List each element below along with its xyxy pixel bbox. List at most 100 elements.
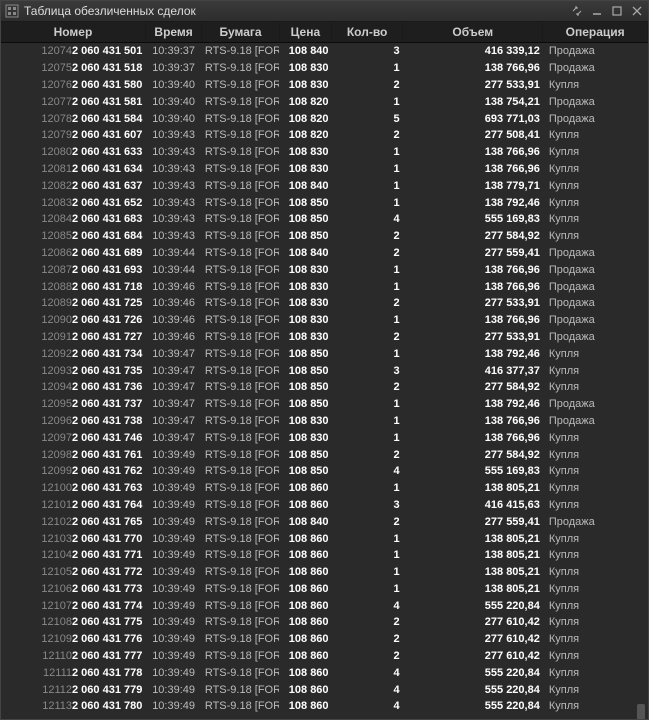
table-row[interactable]: 120902 060 431 72610:39:46RTS-9.18 [FOR1…	[1, 312, 648, 329]
cell-volume: 277 559,41	[403, 513, 543, 530]
table-row[interactable]: 121042 060 431 77110:39:49RTS-9.18 [FOR1…	[1, 547, 648, 564]
table-row[interactable]: 121112 060 431 77810:39:49RTS-9.18 [FOR1…	[1, 664, 648, 681]
cell-price: 108 830	[279, 429, 331, 446]
table-row[interactable]: 120782 060 431 58410:39:40RTS-9.18 [FOR1…	[1, 110, 648, 127]
col-time[interactable]: Время	[145, 22, 201, 43]
cell-number-suffix: 2 060 431 683	[72, 213, 142, 225]
col-number[interactable]: Номер	[1, 22, 145, 43]
cell-qty: 1	[332, 480, 403, 497]
cell-number-prefix: 12075	[41, 62, 72, 74]
close-button[interactable]	[630, 4, 644, 18]
table-row[interactable]: 120972 060 431 74610:39:47RTS-9.18 [FOR1…	[1, 429, 648, 446]
table-row[interactable]: 120762 060 431 58010:39:40RTS-9.18 [FOR1…	[1, 77, 648, 94]
cell-number-suffix: 2 060 431 738	[72, 415, 142, 427]
detach-button[interactable]	[570, 4, 584, 18]
table-row[interactable]: 120872 060 431 69310:39:44RTS-9.18 [FOR1…	[1, 261, 648, 278]
table-row[interactable]: 120852 060 431 68410:39:43RTS-9.18 [FOR1…	[1, 228, 648, 245]
table-row[interactable]: 121062 060 431 77310:39:49RTS-9.18 [FOR1…	[1, 581, 648, 598]
table-row[interactable]: 120952 060 431 73710:39:47RTS-9.18 [FOR1…	[1, 396, 648, 413]
cell-number-prefix: 12083	[41, 197, 72, 209]
table-row[interactable]: 120742 060 431 50110:39:37RTS-9.18 [FOR1…	[1, 43, 648, 60]
cell-price: 108 830	[279, 60, 331, 77]
table-row[interactable]: 120802 060 431 63310:39:43RTS-9.18 [FOR1…	[1, 144, 648, 161]
cell-number-suffix: 2 060 431 607	[72, 129, 142, 141]
cell-operation: Продажа	[543, 93, 648, 110]
cell-price: 108 860	[279, 564, 331, 581]
table-row[interactable]: 121032 060 431 77010:39:49RTS-9.18 [FOR1…	[1, 530, 648, 547]
cell-volume: 138 754,21	[403, 93, 543, 110]
col-security[interactable]: Бумага	[202, 22, 279, 43]
scrollbar-thumb[interactable]	[637, 704, 645, 719]
cell-volume: 277 533,91	[403, 329, 543, 346]
table-row[interactable]: 120962 060 431 73810:39:47RTS-9.18 [FOR1…	[1, 413, 648, 430]
table-row[interactable]: 120992 060 431 76210:39:49RTS-9.18 [FOR1…	[1, 463, 648, 480]
cell-number-prefix: 12093	[41, 365, 72, 377]
cell-qty: 1	[332, 261, 403, 278]
cell-security: RTS-9.18 [FOR	[202, 161, 279, 178]
col-qty[interactable]: Кол-во	[332, 22, 403, 43]
table-row[interactable]: 121052 060 431 77210:39:49RTS-9.18 [FOR1…	[1, 564, 648, 581]
cell-number-suffix: 2 060 431 761	[72, 449, 142, 461]
cell-number-prefix: 12098	[41, 449, 72, 461]
table-row[interactable]: 121022 060 431 76510:39:49RTS-9.18 [FOR1…	[1, 513, 648, 530]
cell-security: RTS-9.18 [FOR	[202, 127, 279, 144]
table-row[interactable]: 120882 060 431 71810:39:46RTS-9.18 [FOR1…	[1, 278, 648, 295]
table-row[interactable]: 121122 060 431 77910:39:49RTS-9.18 [FOR1…	[1, 681, 648, 698]
cell-number-suffix: 2 060 431 772	[72, 566, 142, 578]
table-row[interactable]: 120792 060 431 60710:39:43RTS-9.18 [FOR1…	[1, 127, 648, 144]
cell-volume: 277 610,42	[403, 614, 543, 631]
cell-number-suffix: 2 060 431 765	[72, 516, 142, 528]
cell-number-prefix: 12079	[41, 129, 72, 141]
cell-price: 108 860	[279, 581, 331, 598]
table-row[interactable]: 121082 060 431 77510:39:49RTS-9.18 [FOR1…	[1, 614, 648, 631]
titlebar[interactable]: Таблица обезличенных сделок	[1, 1, 648, 22]
cell-time: 10:39:47	[145, 362, 201, 379]
cell-price: 108 840	[279, 43, 331, 60]
table-row[interactable]: 120982 060 431 76110:39:49RTS-9.18 [FOR1…	[1, 446, 648, 463]
col-operation[interactable]: Операция	[543, 22, 648, 43]
cell-number-prefix: 12109	[41, 633, 72, 645]
table-row[interactable]: 121132 060 431 78010:39:49RTS-9.18 [FOR1…	[1, 698, 648, 715]
table-row[interactable]: 120942 060 431 73610:39:47RTS-9.18 [FOR1…	[1, 379, 648, 396]
table-row[interactable]: 121102 060 431 77710:39:49RTS-9.18 [FOR1…	[1, 648, 648, 665]
table-row[interactable]: 121072 060 431 77410:39:49RTS-9.18 [FOR1…	[1, 597, 648, 614]
vertical-scrollbar[interactable]	[635, 44, 647, 717]
minimize-button[interactable]	[590, 4, 604, 18]
cell-number-prefix: 12108	[41, 616, 72, 628]
table-row[interactable]: 121012 060 431 76410:39:49RTS-9.18 [FOR1…	[1, 497, 648, 514]
cell-number-prefix: 12078	[41, 113, 72, 125]
table-row[interactable]: 120822 060 431 63710:39:43RTS-9.18 [FOR1…	[1, 177, 648, 194]
table-row[interactable]: 121092 060 431 77610:39:49RTS-9.18 [FOR1…	[1, 631, 648, 648]
cell-qty: 1	[332, 194, 403, 211]
table-row[interactable]: 120812 060 431 63410:39:43RTS-9.18 [FOR1…	[1, 161, 648, 178]
cell-number-prefix: 12080	[41, 146, 72, 158]
cell-number-suffix: 2 060 431 725	[72, 297, 142, 309]
cell-qty: 1	[332, 161, 403, 178]
table-row[interactable]: 120932 060 431 73510:39:47RTS-9.18 [FOR1…	[1, 362, 648, 379]
cell-security: RTS-9.18 [FOR	[202, 329, 279, 346]
cell-security: RTS-9.18 [FOR	[202, 597, 279, 614]
table-row[interactable]: 120892 060 431 72510:39:46RTS-9.18 [FOR1…	[1, 295, 648, 312]
cell-operation: Купля	[543, 564, 648, 581]
cell-number-suffix: 2 060 431 774	[72, 600, 142, 612]
table-row[interactable]: 120862 060 431 68910:39:44RTS-9.18 [FOR1…	[1, 245, 648, 262]
cell-volume: 138 805,21	[403, 581, 543, 598]
cell-price: 108 860	[279, 631, 331, 648]
table-row[interactable]: 120842 060 431 68310:39:43RTS-9.18 [FOR1…	[1, 211, 648, 228]
table-row[interactable]: 120772 060 431 58110:39:40RTS-9.18 [FOR1…	[1, 93, 648, 110]
cell-number-prefix: 12111	[43, 667, 72, 679]
table-row[interactable]: 120912 060 431 72710:39:46RTS-9.18 [FOR1…	[1, 329, 648, 346]
maximize-button[interactable]	[610, 4, 624, 18]
cell-operation: Купля	[543, 362, 648, 379]
cell-qty: 2	[332, 329, 403, 346]
col-price[interactable]: Цена	[279, 22, 331, 43]
col-volume[interactable]: Объем	[403, 22, 543, 43]
table-row[interactable]: 121002 060 431 76310:39:49RTS-9.18 [FOR1…	[1, 480, 648, 497]
cell-security: RTS-9.18 [FOR	[202, 429, 279, 446]
window-buttons	[570, 4, 644, 18]
trades-grid[interactable]: Номер Время Бумага Цена Кол-во Объем Опе…	[1, 22, 648, 719]
table-row[interactable]: 120752 060 431 51810:39:37RTS-9.18 [FOR1…	[1, 60, 648, 77]
cell-price: 108 830	[279, 278, 331, 295]
table-row[interactable]: 120922 060 431 73410:39:47RTS-9.18 [FOR1…	[1, 345, 648, 362]
table-row[interactable]: 120832 060 431 65210:39:43RTS-9.18 [FOR1…	[1, 194, 648, 211]
